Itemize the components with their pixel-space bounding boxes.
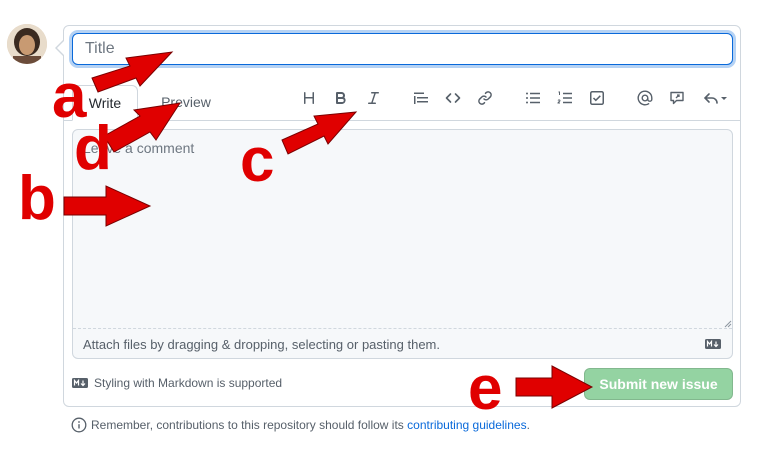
annotation-letter-b: b — [18, 164, 56, 233]
heading-icon[interactable] — [298, 88, 320, 108]
card-caret-inner — [57, 41, 64, 55]
resize-grip-icon[interactable] — [722, 318, 732, 328]
tab-preview[interactable]: Preview — [150, 85, 222, 121]
submit-issue-button[interactable]: Submit new issue — [584, 368, 733, 400]
markdown-support-note[interactable]: Styling with Markdown is supported — [94, 376, 282, 390]
saved-replies-icon[interactable] — [700, 88, 730, 108]
code-icon[interactable] — [442, 88, 464, 108]
task-list-icon[interactable] — [586, 88, 608, 108]
avatar — [7, 24, 47, 64]
reminder-suffix: . — [526, 418, 530, 432]
info-icon — [71, 417, 87, 433]
markdown-icon — [72, 378, 88, 388]
comment-textarea[interactable] — [73, 130, 732, 326]
bold-icon[interactable] — [330, 88, 352, 108]
attach-divider — [73, 328, 732, 330]
link-icon[interactable] — [474, 88, 496, 108]
mention-icon[interactable] — [634, 88, 656, 108]
annotation-letter-d: d — [74, 114, 112, 183]
numbered-list-icon[interactable] — [554, 88, 576, 108]
attach-files-hint[interactable]: Attach files by dragging & dropping, sel… — [83, 337, 440, 352]
contribution-reminder: Remember, contributions to this reposito… — [91, 418, 530, 432]
italic-icon[interactable] — [362, 88, 384, 108]
reminder-text: Remember, contributions to this reposito… — [91, 418, 408, 432]
reference-icon[interactable] — [666, 88, 688, 108]
annotation-letter-c: c — [240, 126, 275, 195]
contributing-guidelines-link[interactable]: contributing guidelines — [407, 418, 526, 432]
quote-icon[interactable] — [410, 88, 432, 108]
annotation-letter-e: e — [468, 354, 503, 423]
markdown-icon — [705, 339, 721, 349]
bulleted-list-icon[interactable] — [522, 88, 544, 108]
title-input[interactable] — [72, 33, 733, 65]
